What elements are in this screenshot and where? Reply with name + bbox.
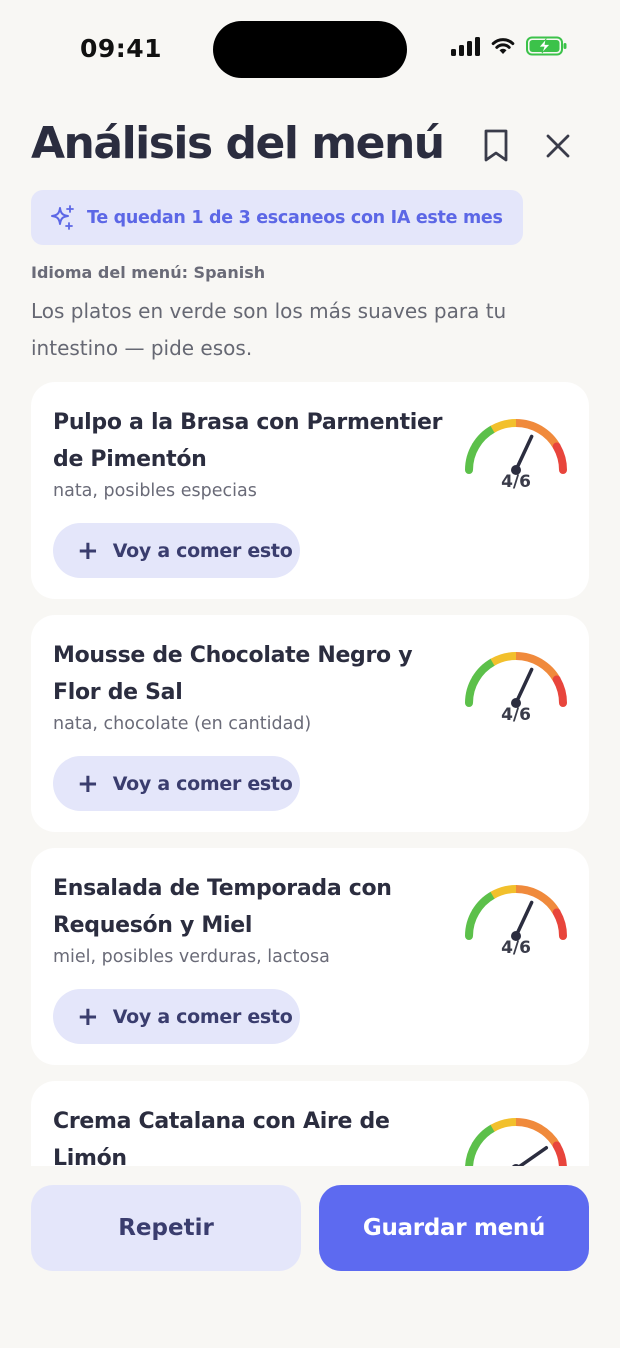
eat-this-button[interactable]: + Voy a comer esto: [53, 756, 300, 811]
page-title: Análisis del menú: [31, 118, 445, 169]
cellular-signal-icon: [451, 36, 480, 56]
gauge-segment: [465, 907, 480, 940]
dish-name: Mousse de Chocolate Negro y Flor de Sal: [53, 643, 413, 705]
dish-card: Ensalada de Temporada con Requesón y Mie…: [31, 848, 589, 1065]
gauge-segment: [515, 885, 543, 900]
save-menu-button[interactable]: Guardar menú: [319, 1185, 589, 1271]
gauge-needle: [514, 434, 534, 472]
gauge-segment: [465, 674, 480, 707]
tolerance-gauge: [465, 1118, 567, 1166]
repeat-button[interactable]: Repetir: [31, 1185, 301, 1271]
ai-scan-quota-banner: Te quedan 1 de 3 escaneos con IA este me…: [31, 190, 523, 245]
eat-this-label: Voy a comer esto: [112, 772, 293, 795]
status-bar: 09:41: [0, 0, 620, 100]
gauge-segment: [515, 419, 543, 434]
gauge-needle: [517, 1146, 549, 1166]
plus-icon: +: [77, 768, 99, 799]
bookmark-button[interactable]: [480, 128, 512, 164]
gauge-needle: [514, 900, 534, 938]
gauge-segment: [465, 1140, 480, 1166]
plus-icon: +: [77, 535, 99, 566]
gauge-segment: [471, 1124, 496, 1148]
close-button[interactable]: [542, 130, 574, 162]
dish-card: Crema Catalana con Aire de Limón: [31, 1081, 589, 1166]
dish-name: Ensalada de Temporada con Requesón y Mie…: [53, 876, 392, 938]
dish-tags: nata, chocolate (en cantidad): [53, 714, 312, 734]
close-icon: [546, 134, 570, 158]
status-time: 09:41: [80, 34, 163, 63]
dish-name: Crema Catalana con Aire de Limón: [53, 1109, 390, 1166]
eat-this-label: Voy a comer esto: [112, 539, 293, 562]
gauge-segment: [552, 908, 567, 940]
gauge-segment: [471, 425, 496, 449]
gauge-segment: [552, 442, 567, 474]
gauge-score: 4/6: [501, 938, 531, 958]
status-icons: [451, 36, 568, 56]
battery-charging-icon: [526, 36, 567, 56]
dish-name: Pulpo a la Brasa con Parmentier de Pimen…: [53, 410, 443, 472]
bookmark-icon: [484, 129, 508, 162]
gauge-segment: [490, 652, 517, 666]
eat-this-button[interactable]: + Voy a comer esto: [53, 523, 300, 578]
gauge-segment: [490, 419, 517, 433]
eat-this-button[interactable]: + Voy a comer esto: [53, 989, 300, 1044]
hint-text: Los platos en verde son los más suaves p…: [31, 299, 507, 360]
gauge-segment: [471, 658, 496, 682]
dynamic-island: [213, 21, 407, 78]
sparkle-icon: [51, 204, 74, 230]
plus-icon: +: [77, 1001, 99, 1032]
gauge-score: 4/6: [501, 472, 531, 492]
scan-banner-text: Te quedan 1 de 3 escaneos con IA este me…: [87, 207, 503, 228]
eat-this-label: Voy a comer esto: [112, 1005, 293, 1028]
gauge-segment: [552, 1141, 567, 1166]
gauge-segment: [490, 885, 517, 899]
gauge-score: 4/6: [501, 705, 531, 725]
gauge-segment: [515, 1118, 543, 1133]
gauge-segment: [471, 891, 496, 915]
gauge-segment: [552, 675, 567, 707]
gauge-needle: [514, 667, 534, 705]
dish-list[interactable]: Pulpo a la Brasa con Parmentier de Pimen…: [0, 380, 620, 1166]
dish-card: Pulpo a la Brasa con Parmentier de Pimen…: [31, 382, 589, 599]
gauge-segment: [515, 652, 543, 667]
wifi-icon: [491, 38, 515, 54]
menu-language: Idioma del menú: Spanish: [31, 263, 266, 282]
gauge-segment: [465, 441, 480, 474]
dish-tags: miel, posibles verduras, lactosa: [53, 947, 330, 967]
dish-card: Mousse de Chocolate Negro y Flor de Sal …: [31, 615, 589, 832]
gauge-segment: [490, 1118, 517, 1132]
dish-tags: nata, posibles especias: [53, 481, 257, 501]
